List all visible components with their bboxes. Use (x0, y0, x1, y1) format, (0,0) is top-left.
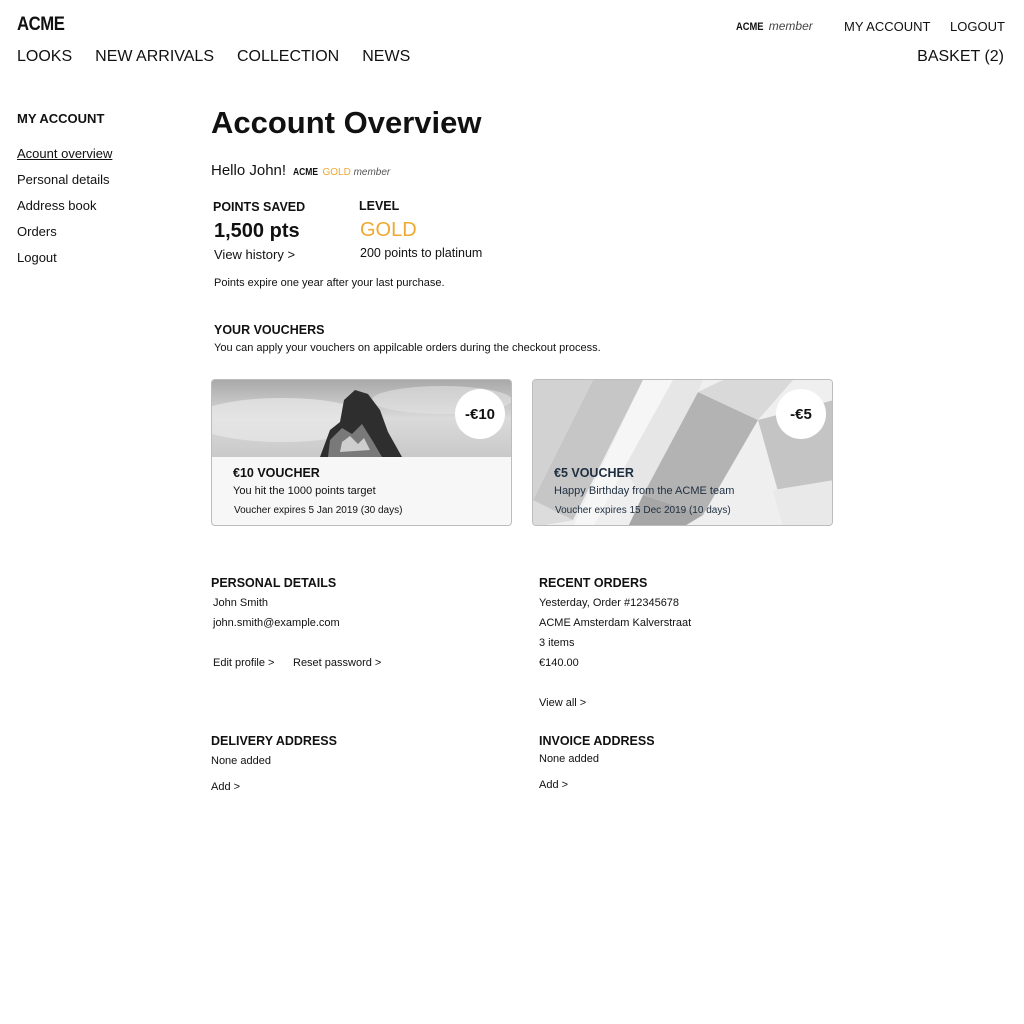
level-value: GOLD (360, 219, 417, 241)
vouchers-description: You can apply your vouchers on appilcabl… (214, 342, 601, 354)
delivery-address-title: DELIVERY ADDRESS (211, 734, 337, 748)
personal-name: John Smith (213, 597, 269, 609)
points-saved-value: 1,500 pts (214, 220, 300, 242)
acme-logo[interactable]: ACME (17, 14, 65, 36)
voucher-description: Happy Birthday from the ACME team (554, 485, 735, 497)
sidebar-item-account-overview[interactable]: Acount overview (17, 146, 187, 172)
nav-new-arrivals[interactable]: NEW ARRIVALS (95, 48, 214, 66)
view-all-orders-link[interactable]: View all > (539, 697, 586, 709)
member-badge: ACME member (736, 19, 813, 33)
add-delivery-address-link[interactable]: Add > (211, 781, 240, 793)
tier-badge: ACME GOLD member (293, 167, 390, 178)
sidebar-item-address-book[interactable]: Address book (17, 198, 187, 224)
voucher-expiry: Voucher expires 15 Dec 2019 (10 days) (555, 505, 731, 516)
main-nav: LOOKS NEW ARRIVALS COLLECTION NEWS (17, 48, 410, 66)
member-badge-label: member (768, 19, 813, 33)
voucher-title: €10 VOUCHER (233, 466, 320, 480)
nav-looks[interactable]: LOOKS (17, 48, 72, 66)
member-badge-brand: ACME (736, 21, 764, 33)
personal-details-title: PERSONAL DETAILS (211, 576, 337, 590)
tier-badge-brand: ACME (293, 167, 319, 178)
points-expire-note: Points expire one year after your last p… (214, 277, 445, 289)
voucher-amount-badge: -€10 (455, 389, 505, 439)
nav-collection[interactable]: COLLECTION (237, 48, 339, 66)
sidebar-title: MY ACCOUNT (17, 111, 105, 126)
basket-link[interactable]: BASKET (2) (917, 48, 1004, 66)
reset-password-link[interactable]: Reset password > (293, 657, 381, 669)
sidebar-item-orders[interactable]: Orders (17, 224, 187, 250)
voucher-card[interactable]: -€5 €5 VOUCHER Happy Birthday from the A… (532, 379, 833, 526)
sidebar-item-logout[interactable]: Logout (17, 250, 187, 276)
voucher-title: €5 VOUCHER (554, 466, 634, 480)
edit-profile-link[interactable]: Edit profile > (213, 657, 274, 669)
view-history-link[interactable]: View history > (214, 247, 295, 262)
invoice-address-title: INVOICE ADDRESS (539, 734, 655, 748)
order-total: €140.00 (539, 657, 579, 669)
page-title: Account Overview (211, 105, 482, 140)
tier-badge-tier: GOLD (322, 167, 351, 178)
logout-link[interactable]: LOGOUT (950, 19, 1005, 34)
voucher-card[interactable]: -€10 €10 VOUCHER You hit the 1000 points… (211, 379, 512, 526)
voucher-description: You hit the 1000 points target (233, 485, 376, 497)
greeting-text: Hello John! (211, 162, 287, 179)
my-account-link[interactable]: MY ACCOUNT (844, 19, 930, 34)
delivery-address-value: None added (211, 755, 271, 767)
voucher-expiry: Voucher expires 5 Jan 2019 (30 days) (234, 505, 403, 516)
points-saved-label: POINTS SAVED (213, 200, 306, 214)
voucher-amount-badge: -€5 (776, 389, 826, 439)
tier-badge-label: member (353, 167, 391, 178)
invoice-address-value: None added (539, 753, 599, 765)
vouchers-title: YOUR VOUCHERS (214, 323, 325, 337)
sidebar-item-personal-details[interactable]: Personal details (17, 172, 187, 198)
order-date-number: Yesterday, Order #12345678 (539, 597, 680, 609)
level-progress-text: 200 points to platinum (360, 246, 483, 260)
personal-email: john.smith@example.com (213, 617, 340, 629)
nav-news[interactable]: NEWS (362, 48, 410, 66)
order-item-count: 3 items (539, 637, 575, 649)
greeting: Hello John! ACME GOLD member (211, 162, 390, 179)
add-invoice-address-link[interactable]: Add > (539, 779, 568, 791)
level-label: LEVEL (359, 199, 400, 213)
account-sidebar: MY ACCOUNT Acount overview Personal deta… (17, 111, 187, 276)
recent-orders-title: RECENT ORDERS (539, 576, 648, 590)
order-store: ACME Amsterdam Kalverstraat (539, 617, 692, 629)
